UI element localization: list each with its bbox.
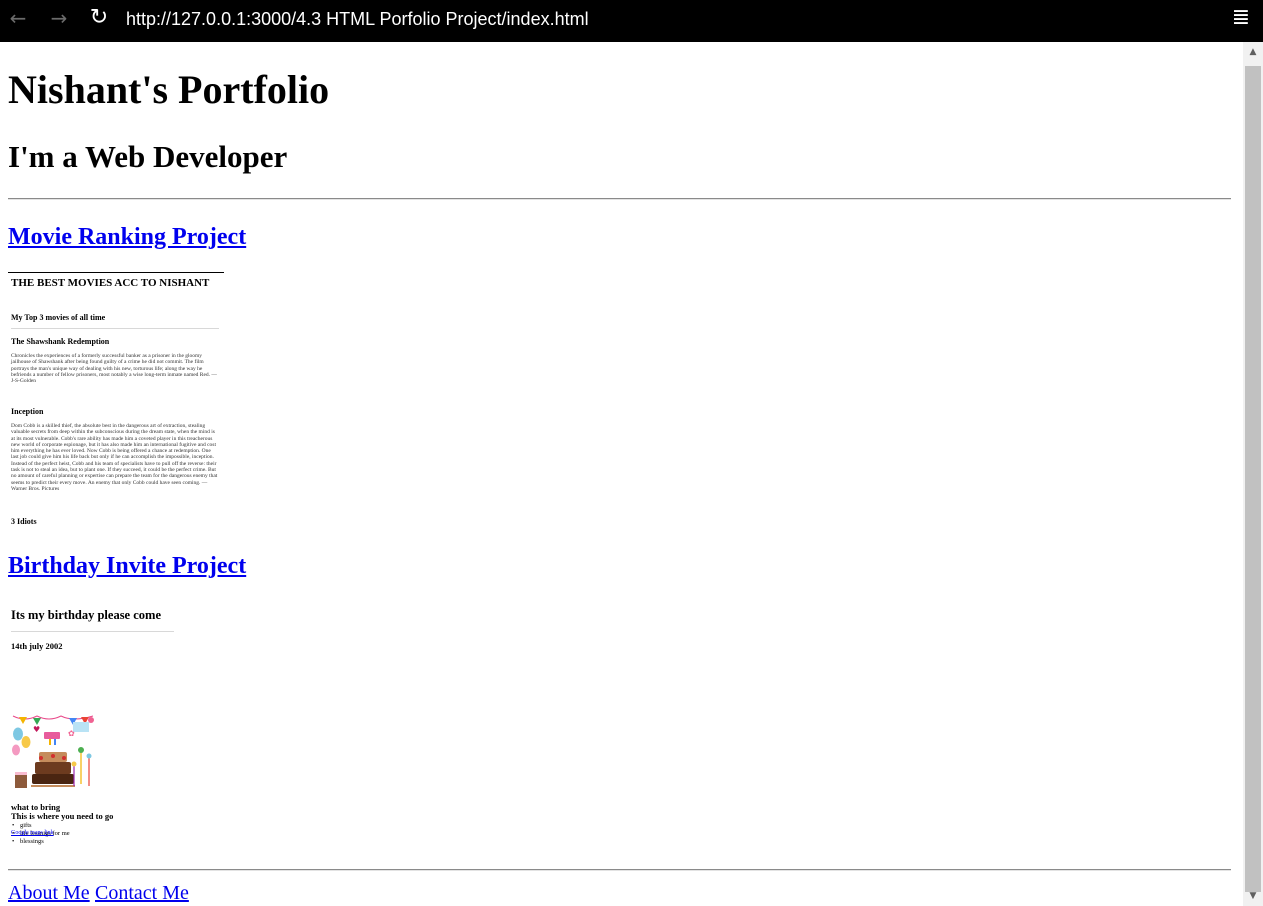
preview-subtitle: My Top 3 movies of all time: [11, 313, 106, 322]
scroll-up-arrow-icon[interactable]: ▲: [1243, 42, 1263, 62]
birthday-project-preview[interactable]: Its my birthday please come 14th july 20…: [8, 600, 224, 846]
contact-me-link[interactable]: Contact Me: [95, 880, 189, 906]
movie-name: The Shawshank Redemption: [11, 337, 110, 346]
movie-name: 3 Idiots: [11, 517, 37, 525]
scrollbar-thumb[interactable]: [1245, 66, 1261, 892]
address-bar[interactable]: http://127.0.0.1:3000/4.3 HTML Porfolio …: [126, 7, 589, 31]
bring-item: gifts: [12, 822, 31, 829]
vertical-scrollbar[interactable]: ▲ ▼: [1243, 42, 1263, 906]
movie-project-preview[interactable]: THE BEST MOVIES ACC TO NISHANT My Top 3 …: [8, 272, 224, 525]
movie-description: Dom Cobb is a skilled thief, the absolut…: [11, 423, 218, 492]
invite-date: 14th july 2002: [11, 641, 63, 651]
reload-icon[interactable]: ↻: [84, 6, 114, 32]
movie-name: Inception: [11, 407, 44, 416]
scroll-down-arrow-icon[interactable]: ▼: [1243, 886, 1263, 906]
about-me-link[interactable]: About Me: [8, 880, 90, 906]
browser-toolbar: ← → ↻ http://127.0.0.1:3000/4.3 HTML Por…: [0, 0, 1263, 42]
google-maps-link[interactable]: Google maps link: [11, 830, 54, 836]
divider: [8, 869, 1231, 871]
preview-divider: [11, 328, 219, 329]
svg-text:✿: ✿: [68, 729, 75, 738]
svg-text:♥: ♥: [33, 725, 40, 734]
preview-title: THE BEST MOVIES ACC TO NISHANT: [11, 277, 210, 289]
invite-title: Its my birthday please come: [11, 608, 161, 622]
bring-item: blessings: [12, 838, 44, 845]
location-heading: This is where you need to go: [11, 811, 114, 821]
forward-arrow-icon[interactable]: →: [44, 6, 74, 32]
movie-ranking-project-link[interactable]: Movie Ranking Project: [8, 222, 246, 252]
page-content: Nishant's Portfolio I'm a Web Developer …: [0, 42, 1243, 906]
page-subtitle: I'm a Web Developer: [8, 139, 288, 174]
invite-divider: [11, 631, 174, 632]
birthday-cake-image: ♥ ✿: [12, 715, 94, 788]
back-arrow-icon[interactable]: ←: [3, 6, 33, 32]
page-title: Nishant's Portfolio: [8, 67, 330, 112]
movie-description: Chronicles the experiences of a formerly…: [11, 353, 217, 385]
menu-icon[interactable]: ≣: [1226, 6, 1256, 32]
birthday-invite-project-link[interactable]: Birthday Invite Project: [8, 551, 246, 581]
divider: [8, 198, 1231, 200]
